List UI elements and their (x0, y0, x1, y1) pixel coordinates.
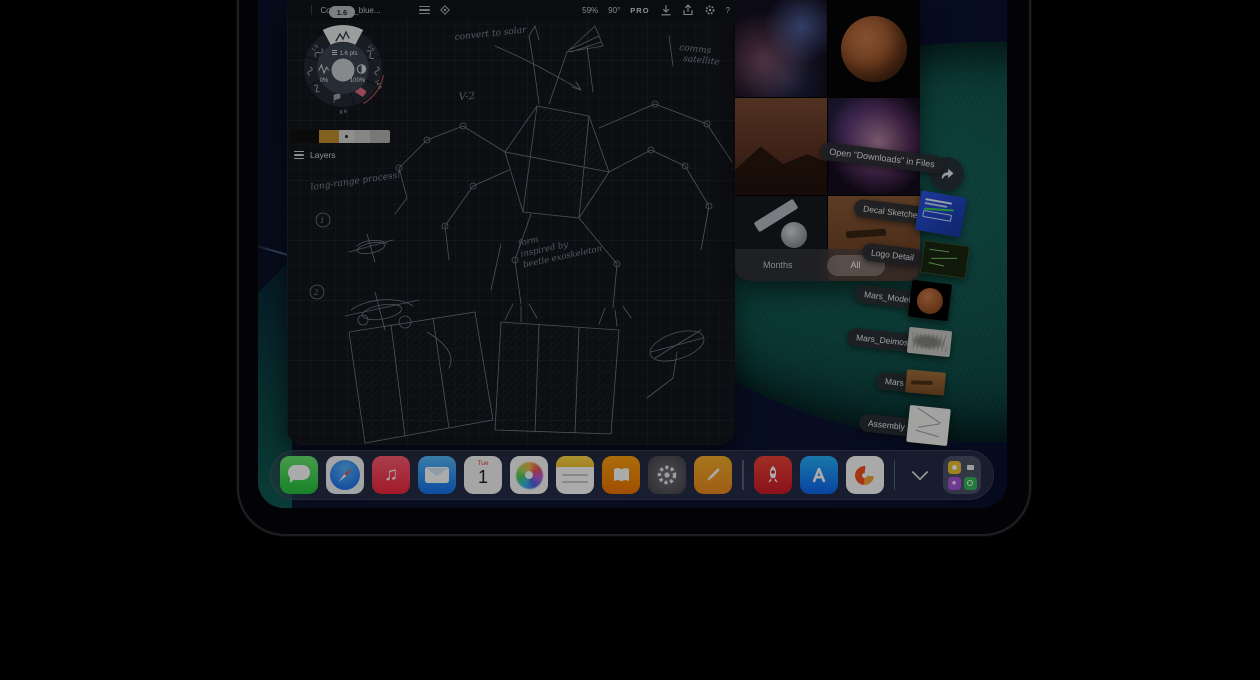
rocket-icon (761, 463, 785, 487)
ipad-screen: convert to solar comms satellite V-2 lon… (258, 0, 1007, 508)
dock: ♫ Tue 1 (270, 450, 994, 500)
gear-icon (654, 462, 680, 488)
app-messages[interactable] (280, 456, 318, 494)
app-photos[interactable] (510, 456, 548, 494)
thumb-logo-detail[interactable] (920, 240, 970, 279)
thumb-decal-sketches[interactable] (915, 190, 967, 237)
dock-divider (742, 460, 744, 490)
mini-camera-icon (964, 461, 977, 474)
open-book-icon (610, 465, 633, 485)
app-library[interactable]: ★ (943, 456, 981, 494)
drag-label[interactable]: Logo Detail (861, 242, 924, 267)
c-ring-icon (851, 462, 878, 489)
mini-star-icon: ★ (948, 477, 961, 490)
calendar-weekday: Tue (478, 460, 489, 467)
app-books[interactable] (602, 456, 640, 494)
app-calendar[interactable]: Tue 1 (464, 456, 502, 494)
mini-tips-icon (948, 461, 961, 474)
dock-chevron-down[interactable] (905, 456, 935, 494)
drag-drop-layer: Open “Downloads” in Files Decal Sketches… (258, 0, 1007, 508)
app-c-ring[interactable] (846, 456, 884, 494)
mini-clock-icon (964, 477, 977, 490)
thumb-mars-deimos[interactable] (907, 327, 952, 357)
dock-divider (894, 460, 896, 490)
app-settings[interactable] (648, 456, 686, 494)
app-store-a-icon (806, 462, 832, 488)
pen-icon (701, 463, 725, 487)
app-app-store[interactable] (800, 456, 838, 494)
app-mail[interactable] (418, 456, 456, 494)
thumb-mars[interactable] (905, 369, 946, 395)
thumb-assembly[interactable] (906, 405, 951, 446)
music-note-icon: ♫ (384, 464, 398, 486)
app-rocket[interactable] (754, 456, 792, 494)
app-pages[interactable] (694, 456, 732, 494)
thumb-mars-model[interactable] (908, 280, 952, 322)
app-notes[interactable] (556, 456, 594, 494)
app-safari[interactable] (326, 456, 364, 494)
app-music[interactable]: ♫ (372, 456, 410, 494)
open-downloads-action[interactable]: Open “Downloads” in Files (819, 142, 944, 175)
chevron-down-icon (912, 464, 929, 481)
calendar-day: 1 (478, 468, 488, 486)
